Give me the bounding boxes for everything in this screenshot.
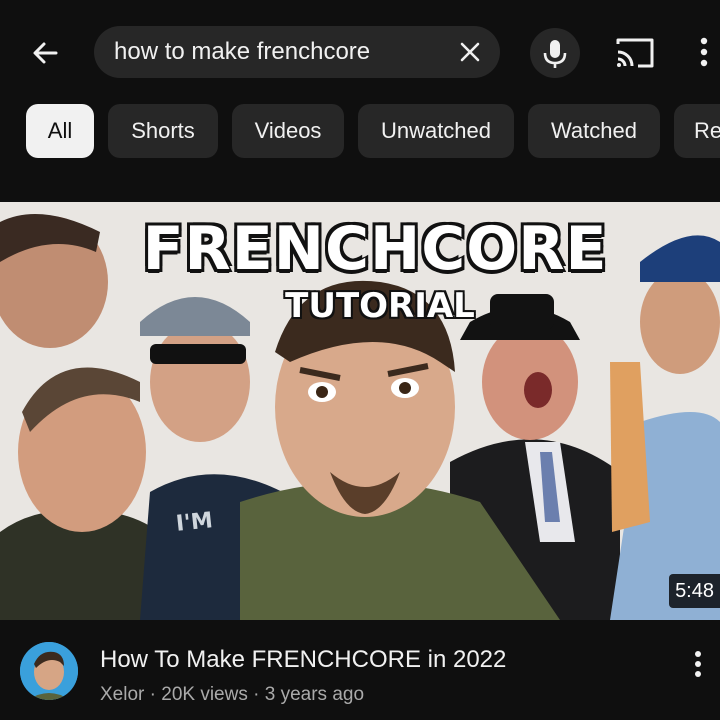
separator: ·	[247, 684, 265, 705]
duration-badge: 5:48	[669, 574, 720, 608]
channel-name[interactable]: Xelor	[100, 684, 144, 705]
video-meta: How To Make FRENCHCORE in 2022 Xelor · 2…	[0, 628, 720, 720]
separator: ·	[144, 684, 162, 705]
thumbnail-subtitle: TUTORIAL	[285, 286, 475, 326]
chip-videos[interactable]: Videos	[232, 104, 344, 158]
chip-recently-uploaded[interactable]: Re	[674, 104, 720, 158]
video-title[interactable]: How To Make FRENCHCORE in 2022	[100, 646, 506, 674]
video-thumbnail[interactable]: FRENCHCORE TUTORIAL I'M 5:48	[0, 202, 720, 620]
video-subtitle: Xelor · 20K views · 3 years ago	[100, 684, 364, 706]
thumbnail-shirt-text: I'M	[174, 508, 215, 537]
filter-chips: All Shorts Videos Unwatched Watched Re	[0, 104, 720, 160]
chip-unwatched[interactable]: Unwatched	[358, 104, 514, 158]
back-arrow-icon[interactable]	[26, 34, 66, 74]
close-icon[interactable]	[456, 38, 484, 66]
chip-all[interactable]: All	[26, 104, 94, 158]
channel-avatar[interactable]	[20, 642, 78, 700]
cast-icon[interactable]	[610, 32, 658, 72]
chip-shorts[interactable]: Shorts	[108, 104, 218, 158]
thumbnail-title: FRENCHCORE	[142, 214, 608, 284]
microphone-icon[interactable]	[530, 28, 580, 78]
top-bar	[0, 0, 720, 100]
view-count: 20K views	[161, 684, 248, 705]
more-vert-icon[interactable]	[688, 646, 708, 682]
more-vert-icon[interactable]	[692, 32, 716, 72]
search-input[interactable]	[114, 26, 444, 78]
chip-watched[interactable]: Watched	[528, 104, 660, 158]
upload-age: 3 years ago	[264, 684, 365, 705]
search-box[interactable]	[94, 26, 500, 78]
